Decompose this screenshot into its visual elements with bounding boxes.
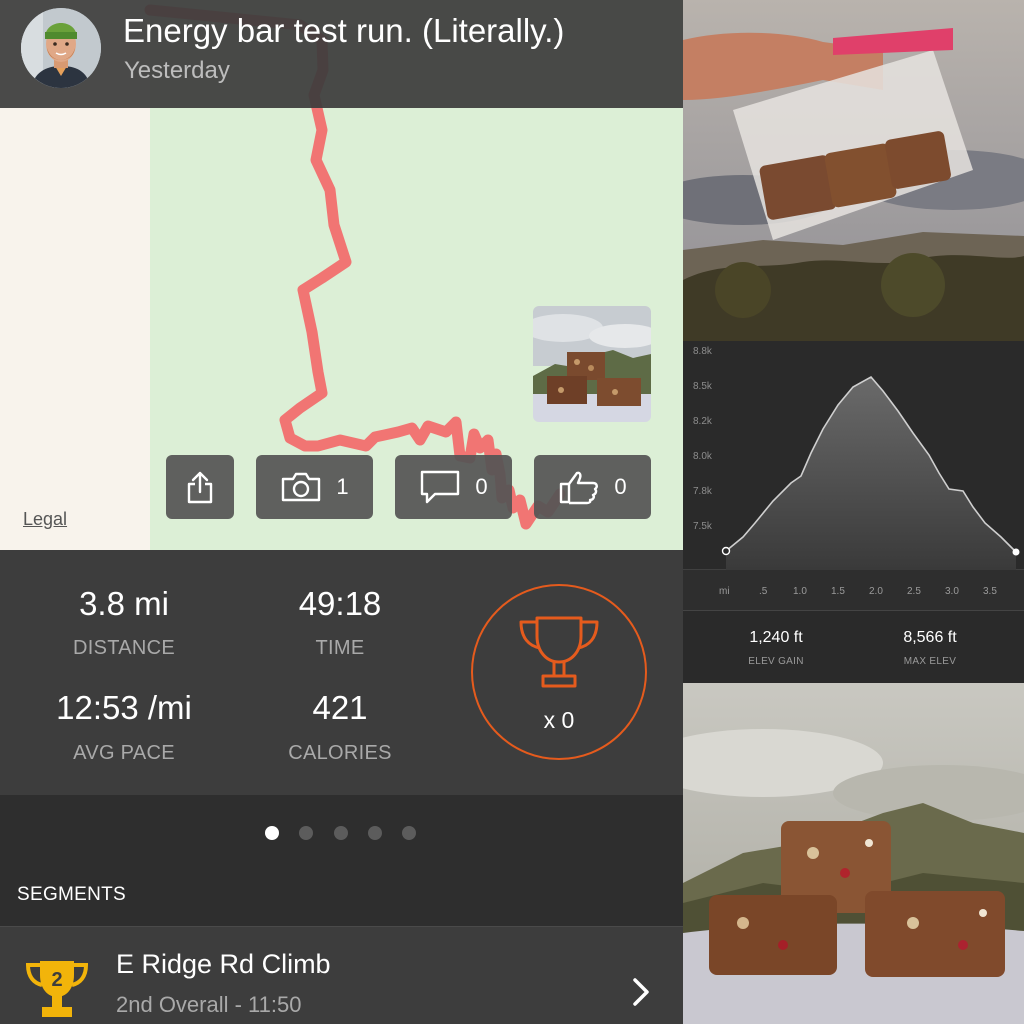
pace-label: AVG PACE xyxy=(73,742,175,764)
legal-link[interactable]: Legal xyxy=(23,509,67,530)
x-tick-4: 2.0 xyxy=(869,586,883,597)
activity-title: Energy bar test run. (Literally.) xyxy=(123,12,565,49)
activity-header: Energy bar test run. (Literally.) Yester… xyxy=(0,0,683,108)
chevron-right-icon xyxy=(633,978,649,1006)
share-button[interactable] xyxy=(166,455,234,519)
y-tick-3: 8.2k xyxy=(693,416,712,427)
share-icon xyxy=(187,471,213,504)
thumbs-up-icon xyxy=(560,471,599,505)
comments-count: 0 xyxy=(475,474,488,499)
x-tick-6: 3.0 xyxy=(945,586,959,597)
elevation-divider xyxy=(683,610,1024,611)
page-dot-5[interactable] xyxy=(402,826,416,840)
map-photo-thumbnail[interactable] xyxy=(533,306,651,422)
segment-row[interactable]: 2 xyxy=(0,926,683,1024)
y-tick-5: 7.8k xyxy=(693,486,712,497)
comments-button[interactable]: 0 xyxy=(395,455,512,519)
page-dot-3[interactable] xyxy=(334,826,348,840)
activity-date: Yesterday xyxy=(124,57,230,84)
pace-value: 12:53 /mi xyxy=(56,689,192,726)
x-tick-3: 1.5 xyxy=(831,586,845,597)
x-tick-1: .5 xyxy=(759,586,768,597)
x-tick-2: 1.0 xyxy=(793,586,807,597)
y-tick-1: 8.8k xyxy=(693,346,712,357)
trophy-icon xyxy=(519,616,599,688)
segments-heading: SEGMENTS xyxy=(17,884,127,905)
segment-detail: 2nd Overall - 11:50 xyxy=(116,992,302,1017)
page-dot-1[interactable] xyxy=(265,826,279,840)
elevation-axis-band xyxy=(683,570,1024,611)
comment-icon xyxy=(421,470,460,504)
y-tick-4: 8.0k xyxy=(693,451,712,462)
photo-stacked-bars[interactable] xyxy=(683,683,1024,1024)
calories-value: 421 xyxy=(312,689,368,726)
time-value: 49:18 xyxy=(298,585,382,622)
photos-button[interactable]: 1 xyxy=(256,455,373,519)
x-tick-unit: mi xyxy=(719,586,730,597)
page-dot-4[interactable] xyxy=(368,826,382,840)
activity-panel: Legal 1 0 0 Energy bar test run. (Litera… xyxy=(0,0,683,1024)
elev-gain-label: ELEV GAIN xyxy=(748,656,804,667)
time-label: TIME xyxy=(315,637,365,659)
photos-count: 1 xyxy=(336,474,349,499)
photo-bag-of-bars[interactable] xyxy=(683,0,1024,341)
kudos-count: 0 xyxy=(614,474,627,499)
distance-label: DISTANCE xyxy=(72,637,176,659)
x-tick-7: 3.5 xyxy=(983,586,997,597)
max-elev-value: 8,566 ft xyxy=(903,629,957,646)
y-tick-2: 8.5k xyxy=(693,381,712,392)
page-dot-2[interactable] xyxy=(299,826,313,840)
distance-value: 3.8 mi xyxy=(79,585,169,622)
athlete-avatar[interactable] xyxy=(21,8,101,88)
segment-rank: 2 xyxy=(51,969,62,991)
x-tick-5: 2.5 xyxy=(907,586,921,597)
kudos-button[interactable]: 0 xyxy=(534,455,651,519)
camera-icon xyxy=(282,472,321,502)
achievements-count: x 0 xyxy=(543,707,575,733)
elev-gain-value: 1,240 ft xyxy=(749,629,803,646)
segment-name: E Ridge Rd Climb xyxy=(116,949,331,979)
calories-label: CALORIES xyxy=(288,742,392,764)
gold-trophy-icon: 2 xyxy=(25,961,89,1017)
max-elev-label: MAX ELEV xyxy=(903,656,957,667)
y-tick-6: 7.5k xyxy=(693,521,712,532)
